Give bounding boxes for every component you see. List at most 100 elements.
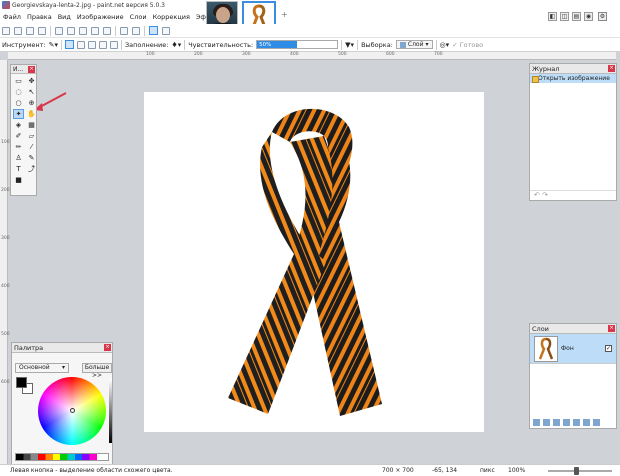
color-picker-icon[interactable]: ⁄ [26,142,37,152]
copy-icon[interactable] [67,26,75,35]
print-icon[interactable] [38,26,46,35]
close-icon[interactable]: × [608,65,615,72]
ruler-tick: 700 [434,52,443,57]
pan-icon[interactable]: ✋ [26,109,37,119]
text-icon[interactable]: T [13,164,24,174]
line-curve-icon[interactable]: ⤴ [26,164,37,174]
primary-color-swatch[interactable] [16,377,27,388]
recolor-icon[interactable]: ✎ [26,153,37,163]
sampling-scope-icon[interactable]: ◎▾ [440,41,450,49]
menu-image[interactable]: Изображение [74,13,127,21]
layer-row[interactable]: Фон ✓ [530,334,616,364]
grid-view-icon[interactable] [149,26,158,35]
new-image-button[interactable]: + [281,10,288,19]
settings-icon[interactable]: ⚙ [598,12,607,21]
fill-mode-label: Заполнение: [124,40,169,49]
menu-file[interactable]: Файл [0,13,24,21]
open-file-icon[interactable] [14,26,22,35]
image-canvas[interactable] [144,92,484,432]
close-icon[interactable]: × [28,66,35,73]
tolerance-label: Чувствительность: [188,40,254,49]
magic-wand-tool-icon[interactable]: ✎▾ [49,41,58,49]
selection-mode-intersect-icon[interactable] [98,40,107,49]
palette-mode-dropdown[interactable]: Основной ▾ [15,363,69,373]
paint-bucket-icon[interactable]: ◈ [13,120,24,130]
palette-panel: Палитра × Основной ▾ Больше >> [11,342,113,466]
layers-toolbar [530,417,616,428]
paste-icon[interactable] [79,26,87,35]
move-selection-icon[interactable]: ↖ [26,87,37,97]
merge-layer-icon[interactable] [563,419,570,426]
toolbar-divider [144,25,145,36]
menu-layers[interactable]: Слои [127,13,150,21]
zoom-level[interactable]: 100% [508,465,525,476]
layers-window-icon[interactable]: ▤ [572,12,581,21]
move-selected-icon[interactable]: ✥ [26,76,37,86]
color-wheel-knob[interactable] [70,408,75,413]
eraser-icon[interactable]: ▱ [26,131,37,141]
clone-stamp-icon[interactable]: ♙ [13,153,24,163]
title-bar: Georgievskaya-lenta-2.jpg - paint.net ве… [0,0,620,10]
color-wheel[interactable] [38,377,106,445]
gradient-icon[interactable]: ▦ [26,120,37,130]
selection-mode-exclude-icon[interactable] [87,40,96,49]
undo-icon[interactable] [120,26,128,35]
close-icon[interactable]: × [104,344,111,351]
shapes-icon[interactable]: ■ [13,175,24,185]
antialias-icon[interactable]: ▼▾ [345,41,354,49]
add-layer-icon[interactable] [533,419,540,426]
ellipse-select-icon[interactable]: ○ [13,98,24,108]
ruler-tick: 500 [338,52,347,57]
new-file-icon[interactable] [2,26,10,35]
value-slider[interactable] [109,379,112,443]
crop-icon[interactable] [91,26,99,35]
history-panel-header: Журнал × [530,64,616,74]
tool-window-icon[interactable]: ◧ [548,12,557,21]
units-dropdown[interactable]: пикс [480,465,495,476]
history-item[interactable]: Открыть изображение [530,74,616,83]
palette-swatches[interactable] [15,453,109,461]
history-window-icon[interactable]: ◫ [560,12,569,21]
cut-icon[interactable] [55,26,63,35]
sample-dropdown[interactable]: Слой ▾ [395,40,433,49]
app-icon [2,1,10,9]
undo-icon[interactable]: ↶ [534,191,540,199]
zoom-slider[interactable] [548,470,612,472]
pencil-icon[interactable]: ✏ [13,142,24,152]
close-icon[interactable]: × [608,325,615,332]
zoom-icon[interactable]: ⊕ [26,98,37,108]
done-button[interactable]: ✓ Готово [452,41,483,49]
colors-window-icon[interactable]: ◉ [584,12,593,21]
redo-icon[interactable]: ↷ [542,191,548,199]
tolerance-slider[interactable]: 50% [256,40,339,49]
selection-mode-union-icon[interactable] [76,40,85,49]
save-icon[interactable] [26,26,34,35]
ruler-tick: 600 [386,52,395,57]
layer-properties-icon[interactable] [593,419,600,426]
toolbar-divider [120,39,122,50]
menu-edit[interactable]: Правка [24,13,55,21]
zoom-slider-handle[interactable] [574,467,579,475]
selection-mode-replace-icon[interactable] [64,40,74,49]
selection-mode-invert-icon[interactable] [109,40,118,49]
ruler-toggle-icon[interactable] [162,26,170,35]
paintbrush-icon[interactable]: ✐ [13,131,24,141]
menu-adjustments[interactable]: Коррекция [150,13,193,21]
delete-layer-icon[interactable] [543,419,550,426]
menu-view[interactable]: Вид [55,13,74,21]
deselect-icon[interactable] [103,26,111,35]
layer-thumbnail [534,336,558,362]
flood-mode-icon[interactable]: ♦▾ [171,41,181,49]
redo-icon[interactable] [132,26,140,35]
move-layer-up-icon[interactable] [573,419,580,426]
layer-visibility-checkbox[interactable]: ✓ [605,345,612,352]
tool-options-bar: Инструмент: ✎▾ Заполнение: ♦▾ Чувствител… [0,38,620,52]
duplicate-layer-icon[interactable] [553,419,560,426]
move-layer-down-icon[interactable] [583,419,590,426]
lasso-select-icon[interactable]: ◌ [13,87,24,97]
status-hint: Левая кнопка - выделение области схожего… [10,467,173,474]
toolbar-divider [60,39,62,50]
more-colors-button[interactable]: Больше >> [82,363,112,379]
rectangle-select-icon[interactable]: ▭ [13,76,24,86]
magic-wand-icon[interactable]: ✦ [13,109,24,119]
